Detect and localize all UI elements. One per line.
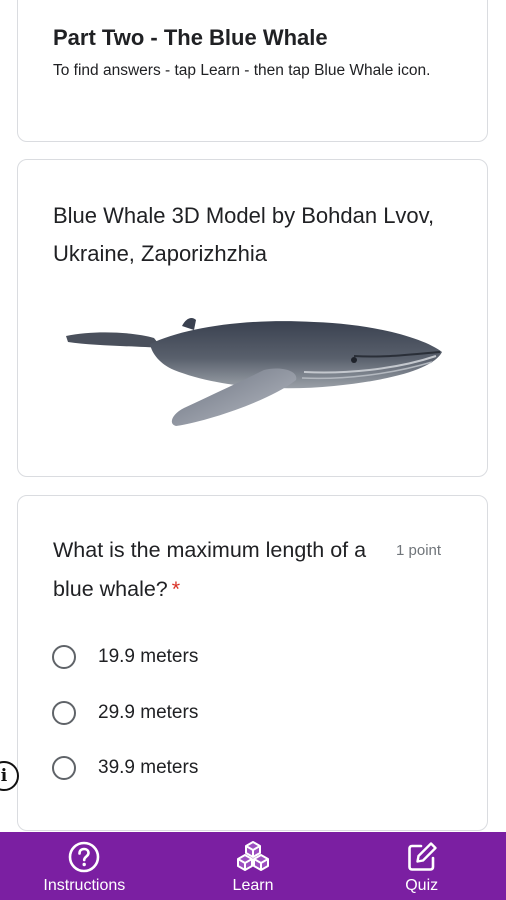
section-title: Part Two - The Blue Whale	[53, 25, 328, 50]
question-points: 1 point	[396, 542, 442, 559]
option-label: 29.9 meters	[98, 702, 199, 723]
image-title: Blue Whale 3D Model by Bohdan Lvov, Ukra…	[53, 203, 435, 266]
option-label: 19.9 meters	[98, 646, 199, 667]
radio-button[interactable]	[52, 645, 76, 669]
question-label: What is the maximum length of a blue wha…	[53, 538, 367, 601]
option-label: 39.9 meters	[98, 757, 199, 778]
answer-option-29-9[interactable]: 29.9 meters	[52, 698, 198, 728]
nav-label-instructions: Instructions	[43, 877, 126, 894]
blue-whale-image	[64, 308, 444, 430]
answer-option-39-9[interactable]: 39.9 meters	[52, 753, 198, 783]
question-circle-icon	[69, 841, 100, 873]
edit-square-icon	[407, 842, 437, 871]
question-text: What is the maximum length of a blue wha…	[53, 531, 393, 609]
image-card: Blue Whale 3D Model by Bohdan Lvov, Ukra…	[17, 159, 488, 477]
bottom-navigation: Instructions Learn Quiz	[0, 832, 506, 900]
answer-option-19-9[interactable]: 19.9 meters	[52, 642, 198, 672]
nav-label-quiz: Quiz	[405, 877, 439, 894]
whale-illustration	[66, 318, 442, 426]
radio-button[interactable]	[52, 701, 76, 725]
section-description: To find answers - tap Learn - then tap B…	[53, 62, 431, 79]
nav-item-quiz[interactable]: Quiz	[337, 832, 506, 900]
section-header-card: Part Two - The Blue Whale To find answer…	[17, 0, 488, 142]
nav-item-instructions[interactable]: Instructions	[0, 832, 169, 900]
blocks-icon	[237, 841, 269, 871]
radio-button[interactable]	[52, 756, 76, 780]
nav-item-learn[interactable]: Learn	[169, 832, 338, 900]
question-card: What is the maximum length of a blue wha…	[17, 495, 488, 831]
required-asterisk: *	[171, 577, 181, 601]
nav-label-learn: Learn	[232, 877, 274, 894]
